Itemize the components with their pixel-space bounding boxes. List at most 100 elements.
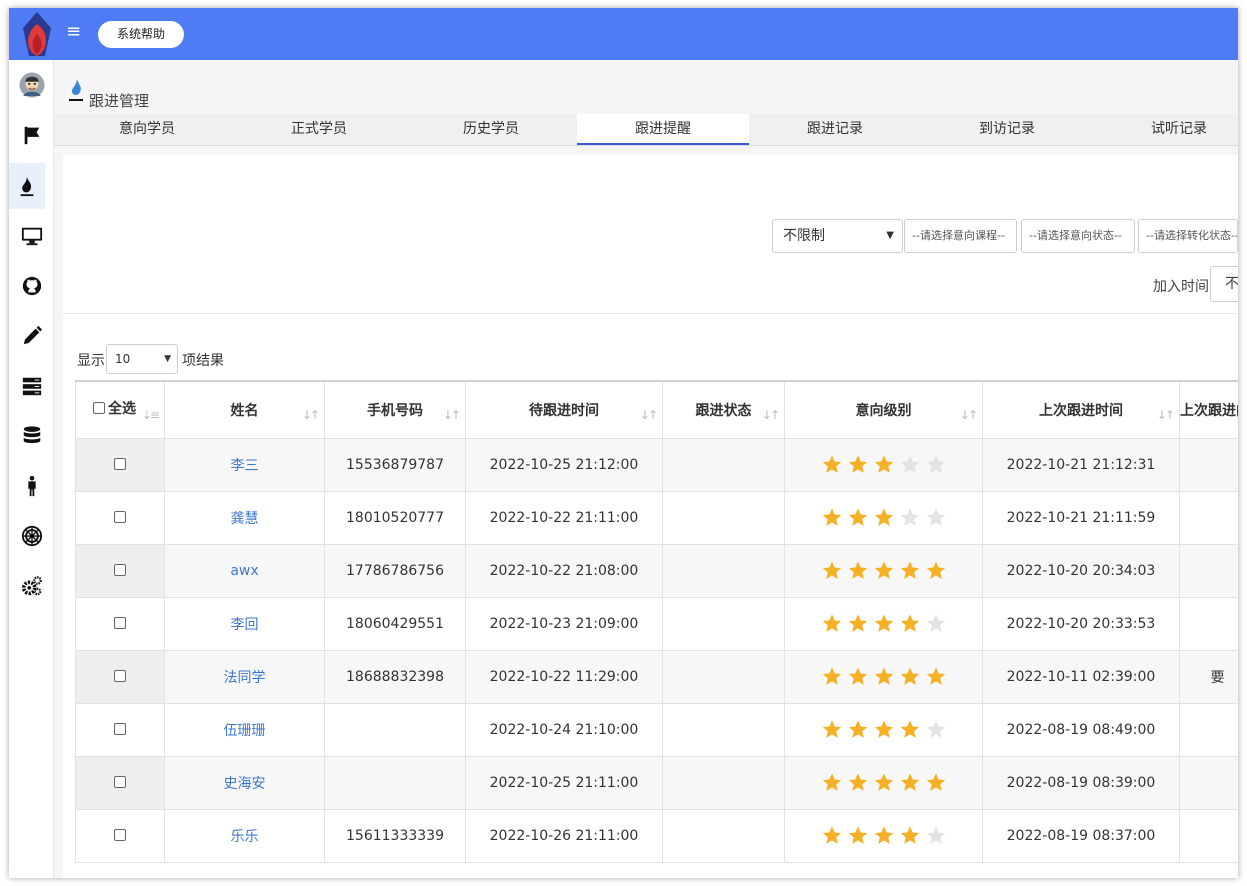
row-checkbox[interactable] bbox=[114, 563, 126, 576]
cell-name: 乐乐 bbox=[164, 808, 325, 863]
row-select-cell bbox=[75, 490, 165, 545]
sort-icon[interactable]: ↓↑ bbox=[960, 408, 978, 422]
student-name-link[interactable]: 龚慧 bbox=[231, 511, 259, 527]
cell-follow-status bbox=[662, 543, 785, 598]
star-filled-icon bbox=[900, 613, 919, 632]
system-help-button[interactable]: 系统帮助 bbox=[98, 21, 184, 48]
intent-level-stars bbox=[821, 666, 947, 688]
student-name-link[interactable]: awx bbox=[230, 563, 258, 579]
sort-icon[interactable]: ↓↑ bbox=[762, 408, 780, 422]
row-select-cell bbox=[75, 702, 165, 757]
cell-name: 李回 bbox=[164, 596, 325, 651]
sidebar-item-database[interactable] bbox=[9, 413, 54, 459]
sidebar-item-gears[interactable] bbox=[9, 563, 54, 609]
star-filled-icon bbox=[926, 666, 945, 685]
cell-last-follow-content: 要 bbox=[1179, 649, 1238, 704]
column-due-time[interactable]: 待跟进时间 ↓↑ bbox=[465, 380, 663, 439]
star-filled-icon bbox=[874, 825, 893, 844]
tab-visit-records[interactable]: 到访记录 bbox=[921, 114, 1093, 145]
column-phone[interactable]: 手机号码 ↓↑ bbox=[324, 380, 466, 439]
column-follow-status-label: 跟进状态 bbox=[695, 402, 752, 419]
intent-status-select[interactable]: --请选择意向状态-- bbox=[1021, 219, 1135, 253]
star-filled-icon bbox=[848, 825, 867, 844]
star-filled-icon bbox=[926, 560, 945, 579]
cell-phone: 15536879787 bbox=[324, 437, 466, 492]
star-empty-icon bbox=[926, 825, 945, 844]
star-filled-icon bbox=[874, 613, 893, 632]
row-checkbox[interactable] bbox=[114, 828, 126, 841]
cell-phone: 18060429551 bbox=[324, 596, 466, 651]
select-all-checkbox[interactable] bbox=[93, 402, 105, 414]
row-select-cell bbox=[75, 437, 165, 492]
tab-formal-students[interactable]: 正式学员 bbox=[233, 114, 405, 145]
cell-name: 李三 bbox=[164, 437, 325, 492]
page-length-select[interactable]: 10 ▼ bbox=[106, 344, 178, 374]
star-filled-icon bbox=[874, 719, 893, 738]
sidebar-item-monitor[interactable] bbox=[9, 213, 54, 259]
sort-icon[interactable]: ↓↑ bbox=[302, 408, 320, 422]
intent-level-stars bbox=[821, 454, 947, 476]
column-last-follow-content[interactable]: 上次跟进内容 bbox=[1179, 380, 1238, 439]
sidebar-item-server[interactable] bbox=[9, 363, 54, 409]
column-intent-level[interactable]: 意向级别 ↓↑ bbox=[784, 380, 983, 439]
student-name-link[interactable]: 李回 bbox=[231, 617, 259, 633]
course-select[interactable]: --请选择意向课程-- bbox=[904, 219, 1017, 253]
star-empty-icon bbox=[900, 454, 919, 473]
avatar-icon bbox=[19, 72, 44, 98]
student-name-link[interactable]: 伍珊珊 bbox=[224, 723, 266, 739]
star-empty-icon bbox=[926, 454, 945, 473]
star-filled-icon bbox=[848, 666, 867, 685]
sidebar-item-flag[interactable] bbox=[9, 112, 54, 158]
star-filled-icon bbox=[874, 666, 893, 685]
convert-status-select[interactable]: --请选择转化状态-- bbox=[1138, 219, 1238, 253]
row-checkbox[interactable] bbox=[114, 669, 126, 682]
time-range-select-value: 不限制 bbox=[783, 228, 825, 244]
row-checkbox[interactable] bbox=[114, 775, 126, 788]
sidebar-item-pencil[interactable] bbox=[9, 313, 54, 359]
sidebar-item-person[interactable] bbox=[9, 463, 54, 509]
time-range-select[interactable]: 不限制 ▼ bbox=[772, 219, 903, 253]
sort-icon[interactable]: ⇣≡ bbox=[142, 408, 160, 422]
tab-trial-records[interactable]: 试听记录 bbox=[1093, 114, 1238, 145]
sidebar-item-empire[interactable] bbox=[9, 513, 54, 559]
star-filled-icon bbox=[822, 719, 841, 738]
sidebar-item-github[interactable] bbox=[9, 263, 54, 309]
row-checkbox[interactable] bbox=[114, 510, 126, 523]
cell-phone: 18688832398 bbox=[324, 649, 466, 704]
row-checkbox[interactable] bbox=[114, 722, 126, 735]
cell-name: 法同学 bbox=[164, 649, 325, 704]
person-icon bbox=[27, 475, 36, 497]
tab-follow-records[interactable]: 跟进记录 bbox=[749, 114, 921, 145]
star-filled-icon bbox=[822, 772, 841, 791]
column-name[interactable]: 姓名 ↓↑ bbox=[164, 380, 325, 439]
cell-intent-level bbox=[784, 437, 983, 492]
column-last-follow-time[interactable]: 上次跟进时间 ↓↑ bbox=[982, 380, 1180, 439]
student-name-link[interactable]: 李三 bbox=[231, 458, 259, 474]
sidebar-item-avatar[interactable] bbox=[9, 62, 54, 108]
cell-last-follow-content bbox=[1179, 596, 1238, 651]
student-name-link[interactable]: 法同学 bbox=[224, 670, 266, 686]
cell-due-time: 2022-10-25 21:12:00 bbox=[465, 437, 663, 492]
select-all-label: 全选 bbox=[108, 401, 136, 417]
tab-follow-reminder[interactable]: 跟进提醒 bbox=[577, 114, 749, 145]
select-all-header[interactable]: 全选 ⇣≡ bbox=[75, 380, 165, 439]
tab-intent-students[interactable]: 意向学员 bbox=[61, 114, 233, 145]
student-name-link[interactable]: 乐乐 bbox=[231, 829, 259, 845]
cell-last-follow-content bbox=[1179, 755, 1238, 810]
student-name-link[interactable]: 史海安 bbox=[224, 776, 266, 792]
row-checkbox[interactable] bbox=[114, 616, 126, 629]
cell-follow-status bbox=[662, 755, 785, 810]
menu-toggle-icon[interactable]: ≡ bbox=[66, 22, 81, 42]
row-checkbox[interactable] bbox=[114, 457, 126, 470]
reminder-table: 全选 ⇣≡ 姓名 ↓↑ 手机号码 ↓↑ 待跟进时间 ↓↑ 跟进状态 ↓↑ 意向级别 ↓↑ … bbox=[75, 380, 1238, 863]
sort-icon[interactable]: ↓↑ bbox=[1157, 408, 1175, 422]
star-filled-icon bbox=[848, 454, 867, 473]
join-time-select[interactable]: 不限制 bbox=[1210, 266, 1238, 302]
tab-history-students[interactable]: 历史学员 bbox=[405, 114, 577, 145]
sidebar-item-flame[interactable] bbox=[9, 163, 45, 209]
sort-icon[interactable]: ↓↑ bbox=[443, 408, 461, 422]
cell-name: awx bbox=[164, 543, 325, 598]
cell-phone: 17786786756 bbox=[324, 543, 466, 598]
sort-icon[interactable]: ↓↑ bbox=[640, 408, 658, 422]
column-follow-status[interactable]: 跟进状态 ↓↑ bbox=[662, 380, 785, 439]
